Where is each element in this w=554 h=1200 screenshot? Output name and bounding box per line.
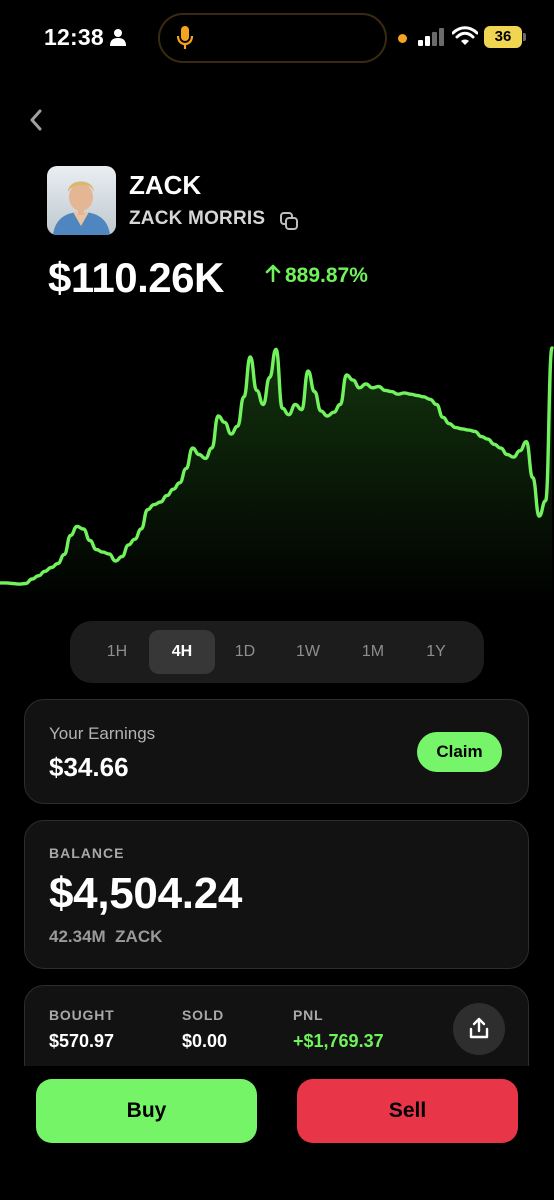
price-change: 889.87% (265, 264, 368, 288)
timeframe-4h[interactable]: 4H (149, 630, 215, 674)
microphone-icon (176, 26, 194, 49)
timeframe-1w[interactable]: 1W (275, 630, 341, 674)
timeframe-1h[interactable]: 1H (84, 630, 150, 674)
balance-amount: 42.34M (49, 927, 106, 946)
chart-area-fill (0, 348, 552, 605)
token-ticker: ZACK (129, 170, 202, 200)
share-button[interactable] (453, 1003, 505, 1055)
cellular-signal-icon (418, 28, 444, 46)
price-change-value: 889.87% (285, 264, 368, 287)
earnings-value: $34.66 (49, 752, 129, 782)
token-full-name: ZACK MORRIS (129, 208, 266, 229)
pnl-value: +$1,769.37 (293, 1031, 384, 1051)
bought-value: $570.97 (49, 1031, 115, 1051)
sold-value: $0.00 (182, 1031, 228, 1051)
earnings-card: Your Earnings $34.66 Claim (24, 699, 529, 804)
pnl-label: PNL (293, 1007, 324, 1023)
claim-button[interactable]: Claim (417, 732, 502, 772)
balance-label: BALANCE (49, 845, 125, 861)
status-time: 12:38 (44, 24, 104, 50)
back-chevron-icon[interactable] (24, 106, 48, 134)
bought-label: BOUGHT (49, 1007, 115, 1023)
balance-value: $4,504.24 (49, 869, 243, 918)
timeframe-1d[interactable]: 1D (212, 630, 278, 674)
buy-button[interactable]: Buy (36, 1079, 257, 1143)
privacy-indicator-dot (398, 34, 407, 43)
token-price: $110.26K (48, 254, 224, 301)
price-chart[interactable] (0, 330, 554, 605)
timeframe-selector: 1H 4H 1D 1W 1M 1Y (70, 621, 484, 683)
sell-button[interactable]: Sell (297, 1079, 518, 1143)
token-avatar (47, 166, 116, 235)
copy-icon[interactable] (279, 211, 299, 231)
arrow-up-icon (265, 264, 281, 282)
sold-label: SOLD (182, 1007, 225, 1023)
battery-cap (523, 33, 526, 41)
wifi-icon (452, 26, 478, 45)
balance-card: BALANCE $4,504.24 42.34M ZACK (24, 820, 529, 969)
balance-token-amount: 42.34M ZACK (49, 927, 162, 947)
battery-indicator: 36 (484, 26, 522, 48)
timeframe-1y[interactable]: 1Y (403, 630, 469, 674)
person-icon (110, 29, 126, 46)
earnings-label: Your Earnings (49, 724, 156, 743)
balance-unit: ZACK (115, 927, 163, 946)
share-icon (469, 1017, 489, 1039)
timeframe-1m[interactable]: 1M (340, 630, 406, 674)
status-bar: 12:38 36 (0, 0, 554, 76)
